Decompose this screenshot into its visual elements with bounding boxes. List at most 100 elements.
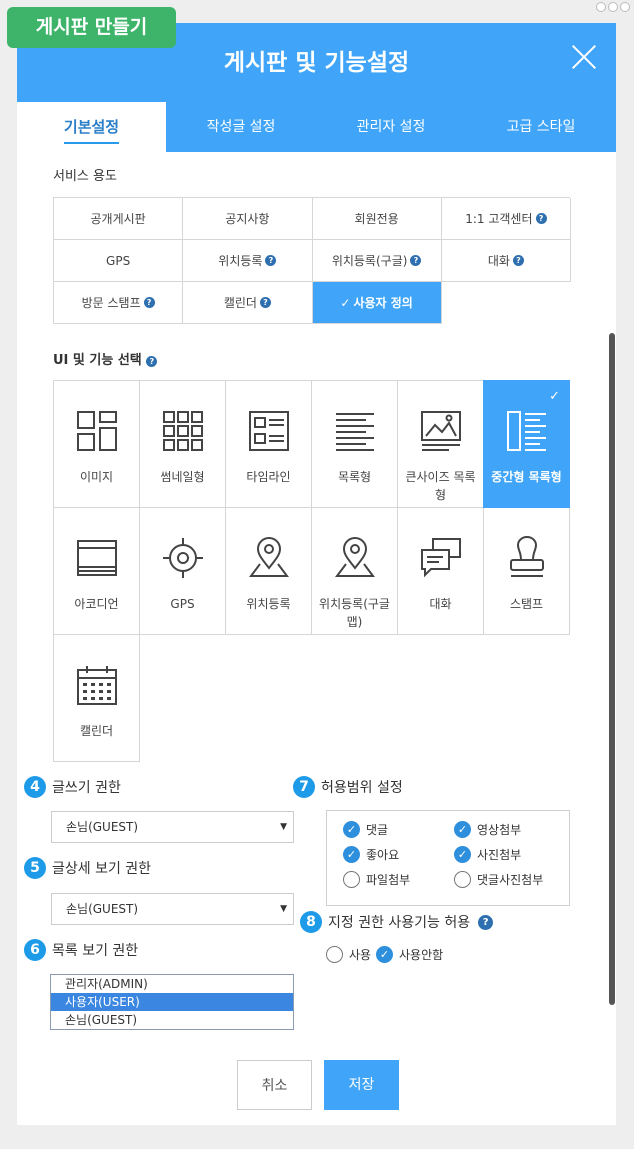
video-attach-checkbox[interactable]: ✓ 영상첨부 (454, 821, 521, 838)
service-option[interactable]: 공개게시판 (54, 198, 184, 240)
ui-option[interactable]: 위치등록 (225, 507, 312, 635)
save-button[interactable]: 저장 (324, 1060, 399, 1110)
google-map-pin-icon (333, 536, 377, 595)
list-option-guest[interactable]: 손님(GUEST) (51, 1011, 293, 1029)
service-option-label: 대화 (487, 254, 510, 268)
help-icon[interactable]: ? (259, 297, 271, 308)
ui-option-label: 썸네일형 (160, 470, 205, 484)
check-icon: ✓ (376, 946, 393, 963)
list-option-admin[interactable]: 관리자(ADMIN) (51, 975, 293, 993)
chevron-down-icon: ▼ (280, 904, 287, 914)
service-option[interactable]: 위치등록? (183, 240, 313, 282)
tab-post-settings[interactable]: 작성글 설정 (166, 102, 316, 152)
not-use-radio[interactable]: ✓ 사용안함 (376, 946, 443, 963)
ui-option[interactable]: 대화 (397, 507, 484, 635)
service-option[interactable]: 1:1 고객센터? (441, 198, 571, 240)
close-icon[interactable] (570, 43, 598, 71)
unchecked-icon (326, 946, 343, 963)
ui-option[interactable]: 아코디언 (53, 507, 140, 635)
ui-option[interactable]: 중간형 목록형 ✓ (483, 380, 570, 508)
check-icon: ✓ (454, 821, 471, 838)
ui-option[interactable]: 캘린더 (53, 634, 140, 762)
help-icon[interactable]: ? (143, 297, 155, 308)
ui-option[interactable]: 목록형 (311, 380, 398, 508)
service-option[interactable]: 공지사항 (183, 198, 313, 240)
ui-option[interactable]: 썸네일형 (139, 380, 226, 508)
step-number-5: 5 (24, 857, 46, 879)
ui-option[interactable]: 이미지 (53, 380, 140, 508)
service-option[interactable]: ✓ 사용자 정의 (312, 282, 442, 324)
image-grid-icon (75, 409, 119, 468)
comment-photo-attach-checkbox[interactable]: 댓글사진첨부 (454, 871, 543, 888)
use-radio[interactable]: 사용 (326, 946, 371, 963)
list-option-user[interactable]: 사용자(USER) (51, 993, 293, 1011)
designated-permission-label: 8 지정 권한 사용기능 허용 ? (300, 911, 494, 933)
scope-settings-text: 허용범위 설정 (321, 780, 403, 796)
like-checkbox[interactable]: ✓ 좋아요 (343, 846, 399, 863)
help-icon[interactable]: ? (535, 213, 547, 224)
gps-icon (161, 536, 205, 595)
detail-permission-select[interactable]: 손님(GUEST) ▼ (51, 893, 294, 925)
accordion-icon (75, 536, 119, 595)
service-option[interactable]: 방문 스탬프? (54, 282, 184, 324)
service-option-label: 1:1 고객센터 (465, 212, 533, 226)
ui-option-label: 아코디언 (74, 597, 119, 611)
photo-attach-checkbox[interactable]: ✓ 사진첨부 (454, 846, 521, 863)
ui-option[interactable]: 타임라인 (225, 380, 312, 508)
chat-icon (419, 536, 463, 595)
location-pin-icon (247, 536, 291, 595)
check-icon: ✓ (454, 846, 471, 863)
service-option-label: 공지사항 (225, 212, 270, 226)
ui-option[interactable]: 위치등록(구글맵) (311, 507, 398, 635)
write-permission-label: 4 글쓰기 권한 (24, 776, 121, 798)
window-dot-icon[interactable] (608, 2, 618, 12)
detail-permission-text: 글상세 보기 권한 (52, 861, 152, 877)
step-number-7: 7 (293, 776, 315, 798)
service-purpose-grid: 공개게시판 공지사항 회원전용 1:1 고객센터? GPS 위치등록? 위치등록(구글)? 대… (53, 197, 571, 324)
write-permission-select[interactable]: 손님(GUEST) ▼ (51, 811, 294, 843)
ui-option[interactable]: GPS (139, 507, 226, 635)
service-option[interactable]: 캘린더? (183, 282, 313, 324)
tab-admin-settings[interactable]: 관리자 설정 (316, 102, 466, 152)
service-option-label: 사용자 정의 (353, 296, 413, 310)
help-icon[interactable]: ? (512, 255, 524, 266)
help-icon[interactable]: ? (265, 255, 277, 266)
help-icon[interactable]: ? (410, 255, 422, 266)
window-dot-icon[interactable] (620, 2, 630, 12)
service-option[interactable]: GPS (54, 240, 184, 282)
ui-option[interactable]: 큰사이즈 목록형 (397, 380, 484, 508)
help-icon[interactable]: ? (146, 356, 158, 367)
scope-settings-box: ✓ 댓글 ✓ 영상첨부 ✓ 좋아요 ✓ 사진첨부 파일첨부 댓글사진첨부 (326, 810, 570, 906)
service-option[interactable]: 위치등록(구글)? (312, 240, 442, 282)
large-list-icon (419, 409, 463, 468)
ui-option-label: 위치등록 (246, 597, 291, 611)
file-attach-checkbox[interactable]: 파일첨부 (343, 871, 410, 888)
designated-permission-text: 지정 권한 사용기능 허용 (328, 915, 471, 931)
tab-basic-settings[interactable]: 기본설정 (17, 102, 166, 152)
window-dot-icon[interactable] (596, 2, 606, 12)
window-controls (596, 2, 630, 12)
service-purpose-label: 서비스 용도 (53, 169, 117, 184)
ui-option-label: 캘린더 (79, 724, 114, 738)
unchecked-icon (454, 871, 471, 888)
timeline-icon (247, 409, 291, 468)
cancel-button[interactable]: 취소 (237, 1060, 312, 1110)
service-option-label: 캘린더 (223, 296, 257, 310)
tab-advanced-style[interactable]: 고급 스타일 (466, 102, 616, 152)
write-permission-text: 글쓰기 권한 (52, 780, 121, 796)
service-option-label: 공개게시판 (90, 212, 146, 226)
comment-checkbox[interactable]: ✓ 댓글 (343, 821, 388, 838)
ui-option-label: 큰사이즈 목록형 (405, 470, 476, 502)
calendar-icon (75, 663, 119, 722)
scrollbar[interactable] (609, 333, 615, 1005)
help-icon[interactable]: ? (478, 914, 494, 930)
list-permission-listbox[interactable]: 관리자(ADMIN) 사용자(USER) 손님(GUEST) (50, 974, 294, 1030)
dialog-title: 게시판 및 기능설정 (223, 50, 410, 76)
service-option-label: 회원전용 (354, 212, 399, 226)
ui-option[interactable]: 스탬프 (483, 507, 570, 635)
detail-permission-label: 5 글상세 보기 권한 (24, 857, 151, 879)
service-option[interactable]: 회원전용 (312, 198, 442, 240)
board-settings-dialog: 게시판 및 기능설정 기본설정 작성글 설정 관리자 설정 고급 스타일 서비스… (17, 23, 616, 1125)
service-option[interactable]: 대화? (441, 240, 571, 282)
check-icon: ✓ (343, 821, 360, 838)
